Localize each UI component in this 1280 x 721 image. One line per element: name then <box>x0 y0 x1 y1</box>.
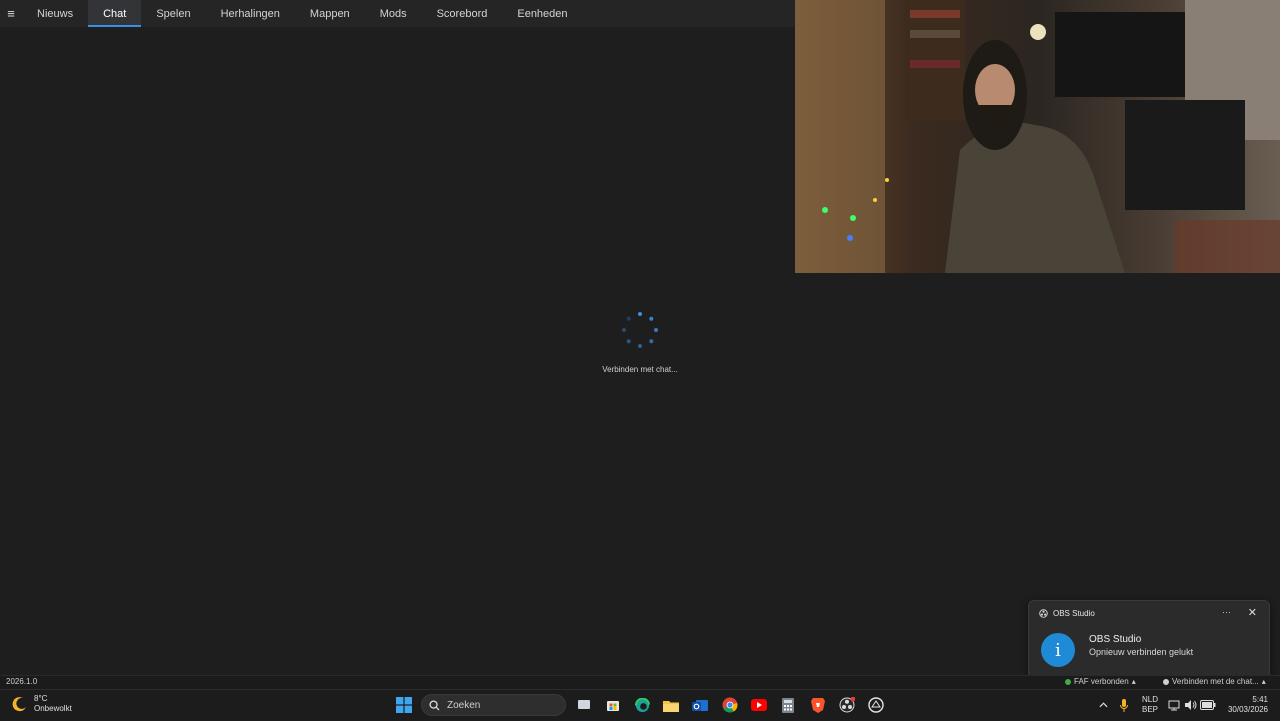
weather-desc: Onbewolkt <box>34 704 72 713</box>
faf-status[interactable]: FAF verbonden ▴ <box>1065 677 1136 686</box>
weather-widget[interactable]: 8°C Onbewolkt <box>12 694 72 714</box>
notification-title: OBS Studio <box>1089 634 1142 645</box>
chevron-up-icon: ▴ <box>1131 677 1136 686</box>
chat-status[interactable]: Verbinden met de chat... ▴ <box>1163 677 1266 686</box>
volume-icon[interactable] <box>1180 695 1200 715</box>
tab-mods[interactable]: Mods <box>365 0 422 27</box>
tab-eenheden[interactable]: Eenheden <box>502 0 582 27</box>
faf-status-label: FAF verbonden <box>1074 677 1129 686</box>
file-explorer-icon[interactable] <box>661 695 681 715</box>
chat-loading: Verbinden met chat... <box>540 310 740 374</box>
notification-message: Opnieuw verbinden gelukt <box>1089 647 1194 657</box>
hamburger-icon[interactable]: ≡ <box>0 0 22 27</box>
tab-label: Scorebord <box>436 7 488 20</box>
tab-label: Mods <box>379 7 407 20</box>
chevron-up-icon: ▴ <box>1261 677 1266 686</box>
chat-status-label: Verbinden met de chat... <box>1172 677 1259 686</box>
loading-spinner-icon <box>622 312 658 348</box>
loading-text: Verbinden met chat... <box>602 365 678 374</box>
microphone-icon[interactable] <box>1114 695 1134 715</box>
tab-herhalingen[interactable]: Herhalingen <box>206 0 295 27</box>
store-icon[interactable] <box>603 695 623 715</box>
more-options-icon[interactable]: ··· <box>1222 607 1231 617</box>
chrome-icon[interactable] <box>720 695 740 715</box>
task-view-icon[interactable] <box>574 695 594 715</box>
taskbar: 8°C Onbewolkt Zoeken NLD BEP 5:41 30/03/… <box>0 689 1280 721</box>
youtube-icon[interactable] <box>749 695 769 715</box>
tab-scorebord[interactable]: Scorebord <box>422 0 503 27</box>
windows-start-icon[interactable] <box>394 695 414 715</box>
webcam-scene <box>795 0 1280 273</box>
top-nav: ≡ Nieuws Chat Spelen Herhalingen Mappen … <box>0 0 795 27</box>
brave-icon[interactable] <box>808 695 828 715</box>
tab-label: Eenheden <box>517 7 568 20</box>
tab-mappen[interactable]: Mappen <box>295 0 365 27</box>
tab-label: Chat <box>103 7 127 20</box>
info-icon: i <box>1041 633 1075 667</box>
weather-temp: 8°C <box>34 694 48 703</box>
obs-icon <box>1039 609 1048 618</box>
notification-toast[interactable]: OBS Studio ··· ✕ i OBS Studio Opnieuw ve… <box>1028 600 1270 679</box>
language-label: NLD <box>1141 695 1158 704</box>
version-label: 2026.1.0 <box>6 677 38 686</box>
battery-icon[interactable] <box>1198 695 1218 715</box>
edge-icon[interactable] <box>632 695 652 715</box>
outlook-icon[interactable] <box>690 695 710 715</box>
tab-label: Nieuws <box>37 7 74 20</box>
clock-time: 5:41 <box>1252 695 1268 704</box>
tab-spelen[interactable]: Spelen <box>141 0 205 27</box>
status-bar: 2026.1.0 FAF verbonden ▴ Verbinden met d… <box>0 675 1280 689</box>
calculator-icon[interactable] <box>778 695 798 715</box>
tab-chat[interactable]: Chat <box>88 0 142 27</box>
moon-icon <box>12 697 26 712</box>
search-label: Zoeken <box>447 699 481 711</box>
webcam-overlay <box>795 0 1280 273</box>
notification-app-name: OBS Studio <box>1053 609 1095 618</box>
close-icon[interactable]: ✕ <box>1248 606 1257 619</box>
search-box[interactable]: Zoeken <box>421 694 566 716</box>
tab-nieuws[interactable]: Nieuws <box>22 0 88 27</box>
obs-taskbar-icon[interactable] <box>837 695 857 715</box>
clock[interactable]: 5:41 30/03/2026 <box>1222 695 1268 715</box>
language-indicator[interactable]: NLD BEP <box>1140 695 1160 715</box>
tab-label: Mappen <box>309 7 350 20</box>
faf-icon[interactable] <box>866 695 886 715</box>
keyboard-layout-label: BEP <box>1141 705 1158 714</box>
tab-label: Herhalingen <box>220 7 280 20</box>
tab-label: Spelen <box>156 7 191 20</box>
search-icon <box>429 699 440 711</box>
chat-status-dot <box>1163 678 1169 685</box>
chevron-up-icon[interactable] <box>1093 695 1113 715</box>
faf-status-dot <box>1065 678 1071 685</box>
notification-app-header: OBS Studio <box>1039 609 1095 618</box>
clock-date: 30/03/2026 <box>1227 705 1268 714</box>
